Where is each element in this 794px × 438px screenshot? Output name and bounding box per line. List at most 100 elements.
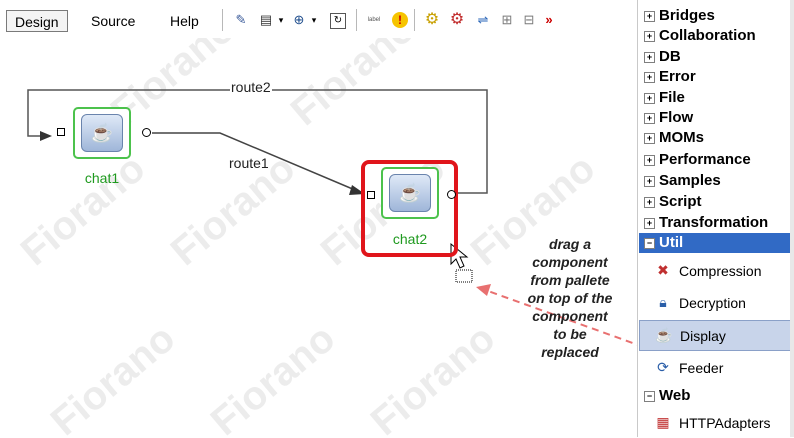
expand-icon[interactable]: +	[644, 154, 655, 166]
lock-icon: 🔒︎	[659, 294, 667, 310]
toolbar-separator	[356, 9, 357, 31]
palette-item-decryption[interactable]: 🔒︎ Decryption	[639, 287, 794, 318]
drag-ghost-icon	[455, 269, 473, 283]
category-label: Script	[659, 193, 702, 210]
category-label: Bridges	[659, 7, 715, 24]
display-icon: ☕	[655, 327, 673, 343]
http-adapters-icon: ▦	[656, 414, 670, 430]
palette-item-label: HTTPAdapters	[679, 414, 771, 431]
tab-source[interactable]: Source	[83, 10, 143, 32]
category-label: File	[659, 89, 685, 106]
toolbar: Design Source Help ✎ ▤ ▾ ⊕ ▾ ↻ label ! ⚙…	[0, 0, 637, 38]
palette-category-util[interactable]: − Util	[639, 233, 794, 253]
expand-icon[interactable]: +	[644, 132, 655, 144]
chat2-input-port[interactable]	[367, 191, 375, 199]
category-label: Samples	[659, 172, 721, 189]
palette-item-label: Display	[680, 327, 726, 344]
compression-icon: ✖	[657, 262, 669, 278]
chat1-node[interactable]: ☕	[73, 107, 131, 159]
expand-icon[interactable]: +	[644, 196, 655, 208]
layout-icon[interactable]: ⊞	[498, 11, 516, 29]
category-label: Error	[659, 68, 696, 85]
palette-category-performance[interactable]: + Performance	[644, 150, 751, 170]
palette-scrollbar[interactable]	[790, 0, 794, 437]
expand-icon[interactable]: +	[644, 10, 655, 22]
category-label: DB	[659, 48, 681, 65]
palette-item-label: Feeder	[679, 359, 724, 376]
tab-help[interactable]: Help	[162, 10, 207, 32]
component-palette: + Bridges + Collaboration + DB + Error + File…	[637, 0, 794, 437]
tab-design[interactable]: Design	[6, 10, 68, 32]
drag-arrow-head	[476, 284, 491, 296]
category-label: Web	[659, 387, 691, 404]
instruction-text: drag a component from pallete on top of …	[500, 235, 637, 361]
refresh-icon[interactable]: ↻	[330, 13, 346, 29]
instruction-line: drag a	[548, 236, 591, 252]
palette-category-file[interactable]: + File	[644, 88, 685, 108]
category-label: Flow	[659, 109, 694, 126]
chat-component-icon: ☕	[81, 114, 123, 152]
instruction-line: to be	[553, 326, 587, 342]
dropdown-arrow-icon[interactable]: ▾	[276, 11, 286, 29]
palette-category-transformation[interactable]: + Transformation	[644, 213, 768, 233]
warning-icon[interactable]: !	[392, 12, 408, 28]
palette-category-db[interactable]: + DB	[644, 47, 681, 67]
instruction-line: on top of the	[527, 290, 613, 306]
collapse-icon[interactable]: −	[644, 390, 655, 402]
gears-yellow-icon[interactable]: ⚙	[423, 11, 441, 29]
palette-item-label: Decryption	[679, 294, 746, 311]
print-icon[interactable]: ▤	[257, 11, 275, 29]
category-label: Performance	[659, 151, 751, 168]
instruction-line: component	[532, 254, 608, 270]
collapse-icon[interactable]: −	[644, 237, 655, 249]
category-label: Util	[659, 234, 684, 251]
palette-category-script[interactable]: + Script	[644, 192, 702, 212]
expand-icon[interactable]: +	[644, 92, 655, 104]
palette-item-display[interactable]: ☕ Display	[639, 320, 794, 351]
instruction-line: replaced	[541, 344, 599, 360]
label-icon[interactable]: label	[362, 11, 386, 29]
category-label: Transformation	[659, 214, 769, 231]
pencil-icon[interactable]: ✎	[232, 11, 250, 29]
palette-category-collaboration[interactable]: + Collaboration	[644, 26, 756, 46]
instruction-line: component	[532, 308, 608, 324]
layout-alt-icon[interactable]: ⊟	[520, 11, 538, 29]
chat-component-icon: ☕	[389, 174, 431, 212]
palette-category-moms[interactable]: + MOMs	[644, 128, 704, 148]
expand-icon[interactable]: +	[644, 112, 655, 124]
instruction-line: from pallete	[530, 272, 610, 288]
palette-category-samples[interactable]: + Samples	[644, 171, 721, 191]
toolbar-separator	[222, 9, 223, 31]
dropdown-arrow-icon[interactable]: ▾	[309, 11, 319, 29]
palette-item-feeder[interactable]: ⟳ Feeder	[639, 352, 794, 383]
toolbar-overflow-icon[interactable]: »	[540, 11, 558, 29]
expand-icon[interactable]: +	[644, 30, 655, 42]
palette-item-label: Compression	[679, 262, 762, 279]
feeder-icon: ⟳	[657, 359, 669, 375]
expand-icon[interactable]: +	[644, 217, 655, 229]
expand-icon[interactable]: +	[644, 51, 655, 63]
palette-category-flow[interactable]: + Flow	[644, 108, 693, 128]
gears-red-icon[interactable]: ⚙	[448, 11, 466, 29]
palette-item-httpadapters[interactable]: ▦ HTTPAdapters	[639, 407, 794, 438]
expand-icon[interactable]: +	[644, 175, 655, 187]
expand-icon[interactable]: +	[644, 71, 655, 83]
connect-icon[interactable]: ⇌	[474, 11, 492, 29]
category-label: Collaboration	[659, 27, 756, 44]
palette-category-error[interactable]: + Error	[644, 67, 696, 87]
category-label: MOMs	[659, 129, 704, 146]
chat1-input-port[interactable]	[57, 128, 65, 136]
palette-category-web[interactable]: − Web	[644, 386, 690, 406]
chat1-output-port[interactable]	[142, 128, 151, 137]
route1-label[interactable]: route1	[228, 155, 270, 171]
flow-canvas[interactable]: Fiorano Fiorano Fiorano Fiorano Fiorano …	[0, 38, 637, 437]
route2-label[interactable]: route2	[230, 79, 272, 95]
chat1-label: chat1	[84, 170, 120, 186]
chat2-node[interactable]: ☕	[381, 167, 439, 219]
palette-category-bridges[interactable]: + Bridges	[644, 6, 715, 26]
zoom-icon[interactable]: ⊕	[290, 11, 308, 29]
chat2-output-port[interactable]	[447, 190, 456, 199]
palette-item-compression[interactable]: ✖ Compression	[639, 255, 794, 286]
toolbar-separator	[414, 9, 415, 31]
route2-arrowhead	[40, 131, 52, 141]
